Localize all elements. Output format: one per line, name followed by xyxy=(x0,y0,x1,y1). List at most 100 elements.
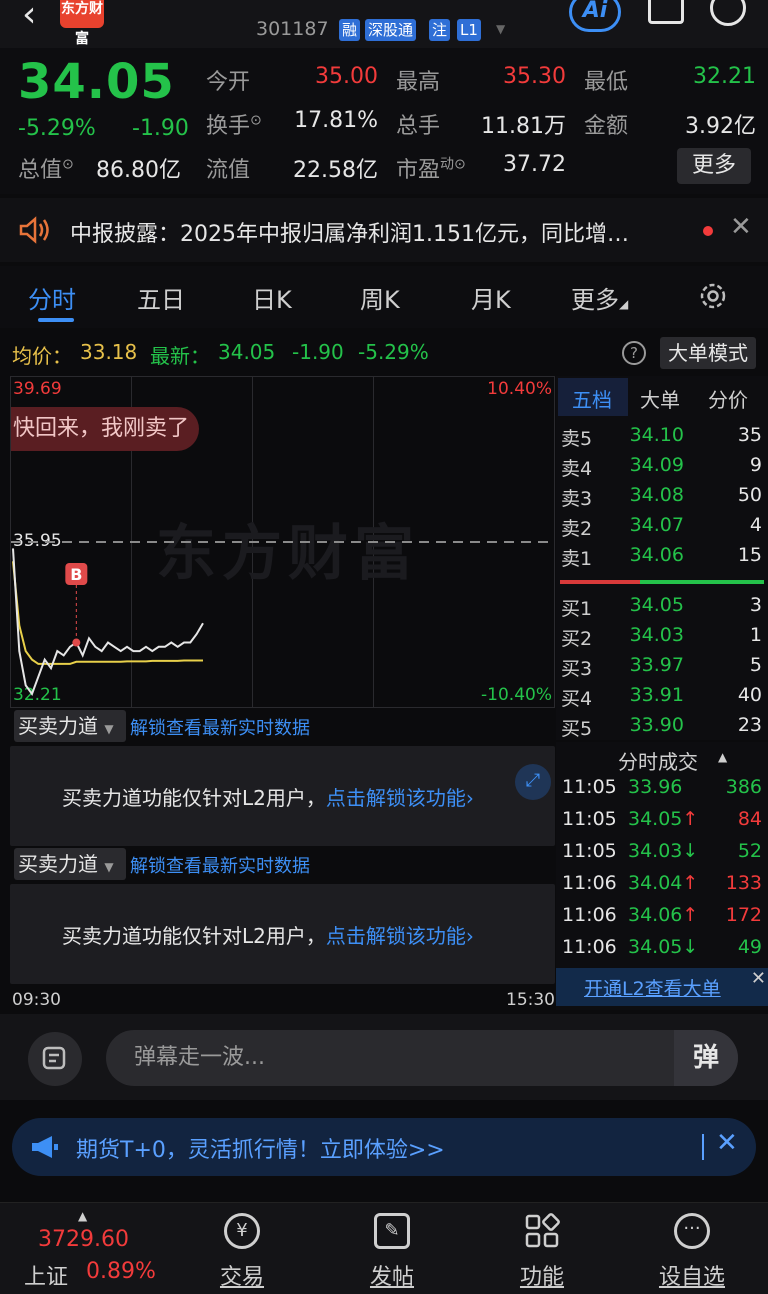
back-icon[interactable]: ‹ xyxy=(22,0,36,35)
danmu-settings-icon[interactable] xyxy=(28,1032,82,1086)
low-value: 32.21 xyxy=(693,64,756,89)
info-icon[interactable]: ⊙ xyxy=(454,157,466,173)
close-icon[interactable]: ✕ xyxy=(730,212,752,242)
expand-up-icon[interactable]: ▲ xyxy=(78,1209,87,1223)
high-label: 最高 xyxy=(396,70,441,95)
force-select[interactable]: 买卖力道 ▼ xyxy=(14,710,126,742)
info-icon[interactable]: ⊙ xyxy=(62,157,74,173)
unlock-feature-link[interactable]: 点击解锁该功能 xyxy=(326,786,466,810)
top-header: ‹ 东方财富 301187 融 深股通 注 L1 ▼ Ai xyxy=(0,0,768,48)
chart-tabs: 分时 五日 日K 周K 月K 更多◢ xyxy=(0,266,768,328)
ai-assistant-icon[interactable]: Ai xyxy=(569,0,621,32)
collapse-icon[interactable]: ▲ xyxy=(718,750,727,764)
edit-icon: ✎ xyxy=(374,1213,410,1249)
pe-label: 市盈动⊙ xyxy=(396,156,466,183)
tab-price-dist[interactable]: 分价 xyxy=(708,384,748,413)
expand-icon[interactable]: ⤢ xyxy=(515,764,551,800)
tab-monthly-k[interactable]: 月K xyxy=(471,280,511,315)
level-volume: 15 xyxy=(737,544,762,566)
danmu-input[interactable]: 弹幕走一波... xyxy=(106,1030,738,1086)
unlock-feature-link[interactable]: 点击解锁该功能 xyxy=(326,924,466,948)
gear-icon[interactable] xyxy=(697,280,729,312)
force-header: 买卖力道 ▼ 解锁查看最新实时数据 xyxy=(10,846,555,882)
promo-banner[interactable]: 期货T+0，灵活抓行情！立即体验>> ✕ xyxy=(12,1118,756,1176)
tab-five-day[interactable]: 五日 xyxy=(137,280,185,315)
bid-row[interactable]: 买4 33.91 40 xyxy=(556,684,768,714)
intraday-chart[interactable]: 东方财富 快回来，我刚卖了 39.69 10.40% 35.95 32.21 -… xyxy=(10,376,555,708)
price-plot: B xyxy=(11,541,554,696)
unlock-link[interactable]: 解锁查看最新实时数据 xyxy=(130,852,310,878)
tab-big-orders[interactable]: 大单 xyxy=(640,384,680,413)
l2-banner[interactable]: 开通L2查看大单 ✕ xyxy=(556,968,768,1006)
tab-daily-k[interactable]: 日K xyxy=(252,280,292,315)
big-order-mode-button[interactable]: 大单模式 xyxy=(660,337,756,369)
chevron-down-icon[interactable]: ▼ xyxy=(496,22,505,36)
close-icon[interactable]: ✕ xyxy=(716,1128,738,1158)
close-icon[interactable]: ✕ xyxy=(751,968,766,989)
megaphone-icon xyxy=(32,1136,58,1158)
nav-label: 交易 xyxy=(219,1265,264,1290)
tag-margin: 融 xyxy=(339,19,361,41)
sell-ratio-bar xyxy=(560,580,640,584)
app-logo: 东方财富 xyxy=(60,0,104,47)
tick-time: 11:05 xyxy=(562,776,617,798)
bid-row[interactable]: 买5 33.90 23 xyxy=(556,714,768,744)
stock-code: 301187 xyxy=(256,18,329,40)
tab-five-levels[interactable]: 五档 xyxy=(572,384,612,413)
level-price: 34.08 xyxy=(629,484,684,506)
danmu-send-button[interactable]: 弹 xyxy=(674,1030,738,1086)
level-price: 33.90 xyxy=(629,714,684,736)
tick-price: 34.03↓ xyxy=(628,840,699,862)
info-icon[interactable]: ⊙ xyxy=(250,113,262,129)
ask-row[interactable]: 卖5 34.10 35 xyxy=(556,424,768,454)
ask-row[interactable]: 卖4 34.09 9 xyxy=(556,454,768,484)
divider xyxy=(702,1134,704,1160)
level-volume: 4 xyxy=(749,514,762,536)
notice-banner[interactable]: 中报披露：2025年中报归属净利润1.151亿元，同比增… ✕ xyxy=(0,198,768,262)
tick-time: 11:06 xyxy=(562,904,617,926)
bid-row[interactable]: 买2 34.03 1 xyxy=(556,624,768,654)
bid-row[interactable]: 买3 33.97 5 xyxy=(556,654,768,684)
index-name[interactable]: 上证 xyxy=(24,1259,68,1291)
open-l2-link[interactable]: 开通L2查看大单 xyxy=(584,974,721,1001)
unlock-link[interactable]: 解锁查看最新实时数据 xyxy=(130,714,310,740)
nav-post[interactable]: ✎ 发帖 xyxy=(352,1213,432,1291)
float-cap-value: 22.58亿 xyxy=(293,158,378,183)
tab-intraday[interactable]: 分时 xyxy=(28,280,76,315)
ask-row[interactable]: 卖2 34.07 4 xyxy=(556,514,768,544)
level-label: 卖5 xyxy=(561,428,593,450)
nav-add-watchlist[interactable]: ··· 设自选 xyxy=(652,1213,732,1291)
open-label: 今开 xyxy=(206,70,251,95)
ask-row[interactable]: 卖1 34.06 15 xyxy=(556,544,768,574)
tab-more[interactable]: 更多◢ xyxy=(571,280,628,315)
tab-weekly-k[interactable]: 周K xyxy=(360,280,400,315)
more-button[interactable]: 更多 xyxy=(677,148,751,184)
more-dots-icon: ··· xyxy=(674,1213,710,1249)
level-label: 卖2 xyxy=(561,518,593,540)
low-label: 最低 xyxy=(584,70,629,95)
level-label: 卖4 xyxy=(561,458,593,480)
bid-row[interactable]: 买1 34.05 3 xyxy=(556,594,768,624)
buy-marker-label: B xyxy=(70,565,82,584)
tick-row: 11:05 33.96 386 xyxy=(556,776,768,808)
high-value: 35.30 xyxy=(503,64,566,89)
nav-functions[interactable]: 功能 xyxy=(502,1213,582,1291)
avg-value: 33.18 xyxy=(80,340,138,364)
level-price: 34.05 xyxy=(629,594,684,616)
index-value[interactable]: 3729.60 xyxy=(38,1227,129,1252)
index-change-pct[interactable]: 0.89% xyxy=(86,1259,156,1284)
tick-volume: 133 xyxy=(725,872,762,894)
x-start-label: 09:30 xyxy=(12,990,61,1010)
search-icon[interactable] xyxy=(710,0,746,26)
share-icon[interactable] xyxy=(648,0,684,24)
level-volume: 1 xyxy=(749,624,762,646)
nav-trade[interactable]: ¥ 交易 xyxy=(202,1213,282,1291)
bottom-nav: ▲ 3729.60 上证 0.89% ¥ 交易 ✎ 发帖 功能 ··· 设自选 xyxy=(0,1202,768,1294)
tick-row: 11:05 34.03↓ 52 xyxy=(556,840,768,872)
help-icon[interactable]: ? xyxy=(622,341,646,365)
tick-time: 11:05 xyxy=(562,840,617,862)
ask-row[interactable]: 卖3 34.08 50 xyxy=(556,484,768,514)
force-select[interactable]: 买卖力道 ▼ xyxy=(14,848,126,880)
level-price: 33.97 xyxy=(629,654,684,676)
tick-row: 11:05 34.05↑ 84 xyxy=(556,808,768,840)
